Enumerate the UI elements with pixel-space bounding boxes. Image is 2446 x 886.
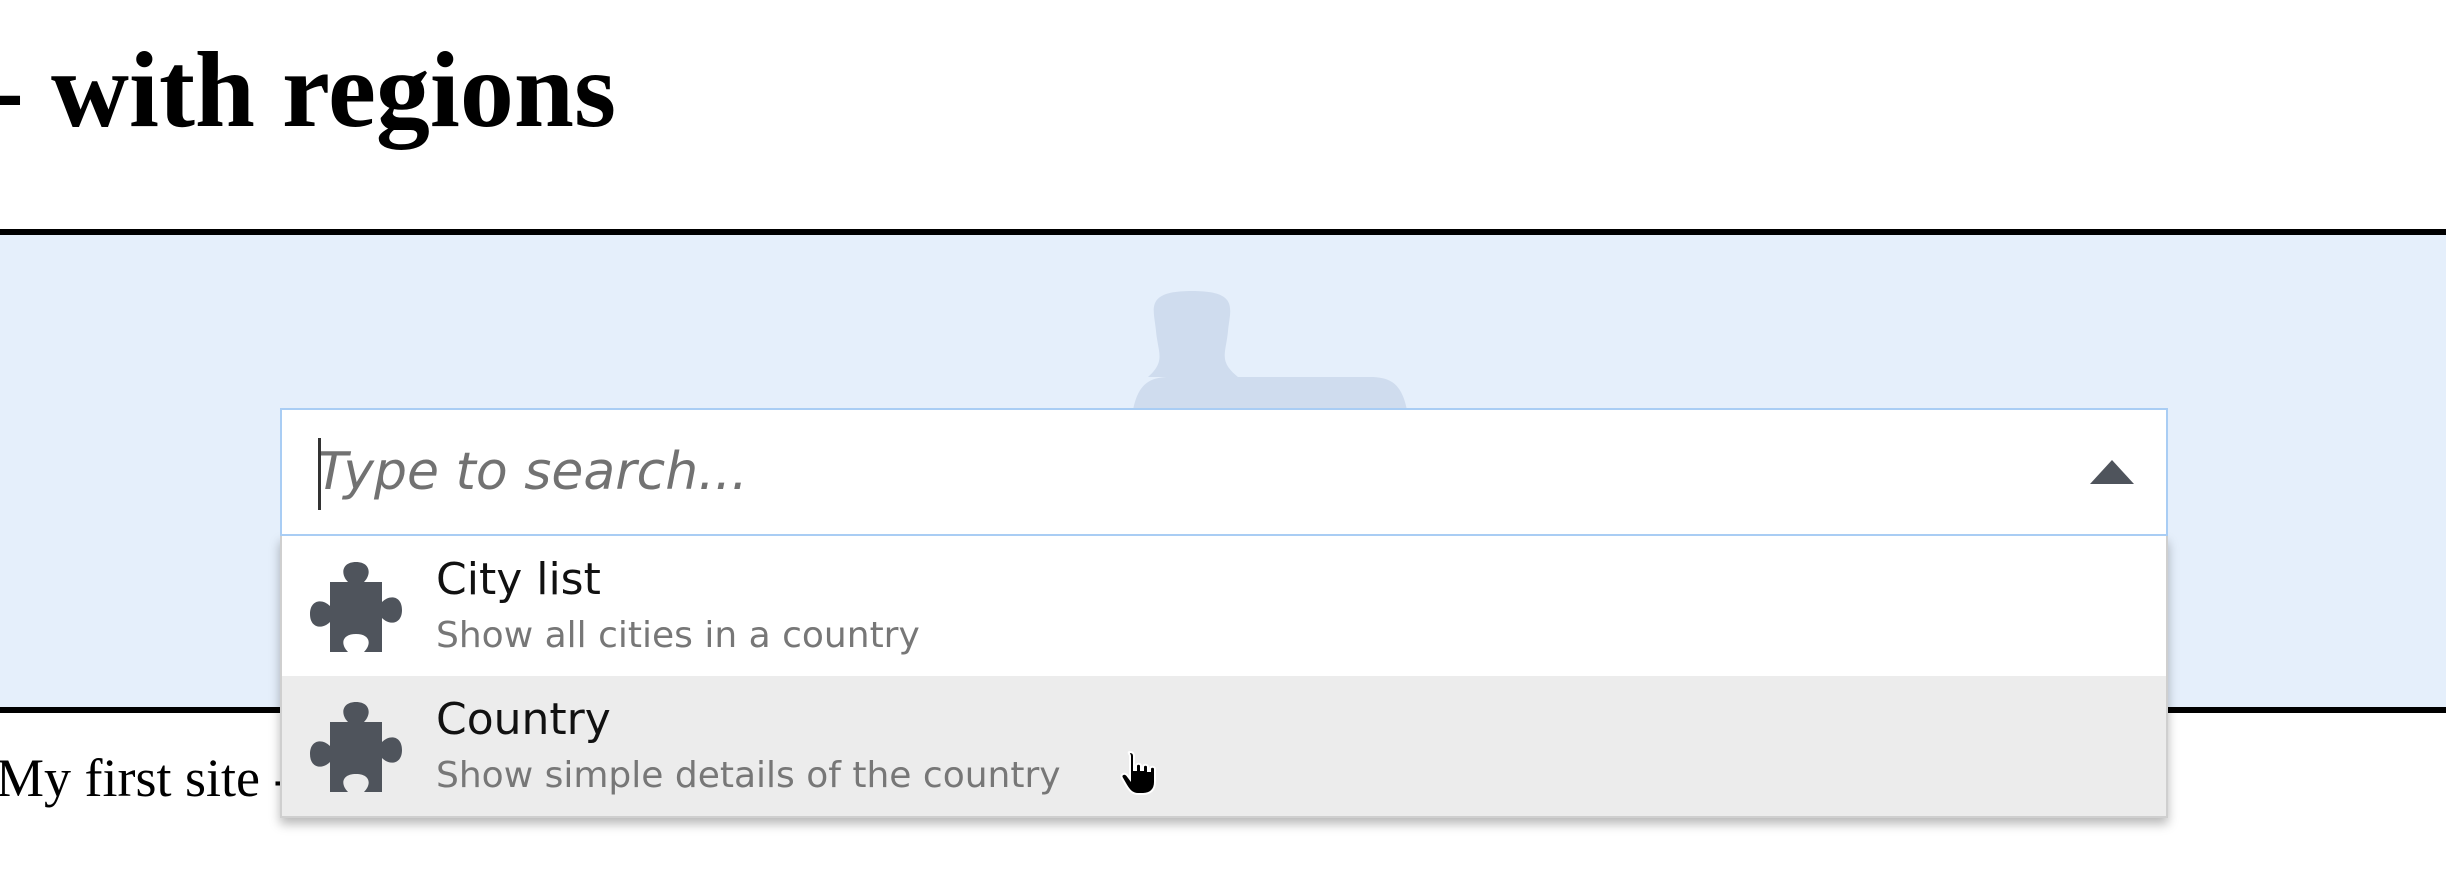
option-description: Show simple details of the country [436, 755, 1061, 796]
search-box[interactable] [280, 408, 2168, 536]
option-description: Show all cities in a country [436, 615, 920, 656]
option-city-list[interactable]: City list Show all cities in a country [282, 536, 2166, 676]
dropdown-toggle-button[interactable] [2080, 440, 2144, 504]
text-caret [318, 438, 321, 510]
hand-pointer-cursor-icon [1120, 750, 1156, 795]
option-country[interactable]: Country Show simple details of the count… [282, 676, 2166, 816]
dropdown-menu: City list Show all cities in a country C… [280, 536, 2168, 818]
puzzle-piece-icon [310, 562, 402, 652]
puzzle-piece-icon [310, 702, 402, 792]
footer-text: My first site - [0, 748, 292, 808]
search-input[interactable] [316, 430, 2016, 514]
option-title: City list [436, 554, 601, 605]
page-title: - with regions [0, 31, 617, 150]
plugin-picker: City list Show all cities in a country C… [280, 408, 2168, 818]
chevron-up-icon [2090, 460, 2134, 484]
option-title: Country [436, 694, 611, 745]
